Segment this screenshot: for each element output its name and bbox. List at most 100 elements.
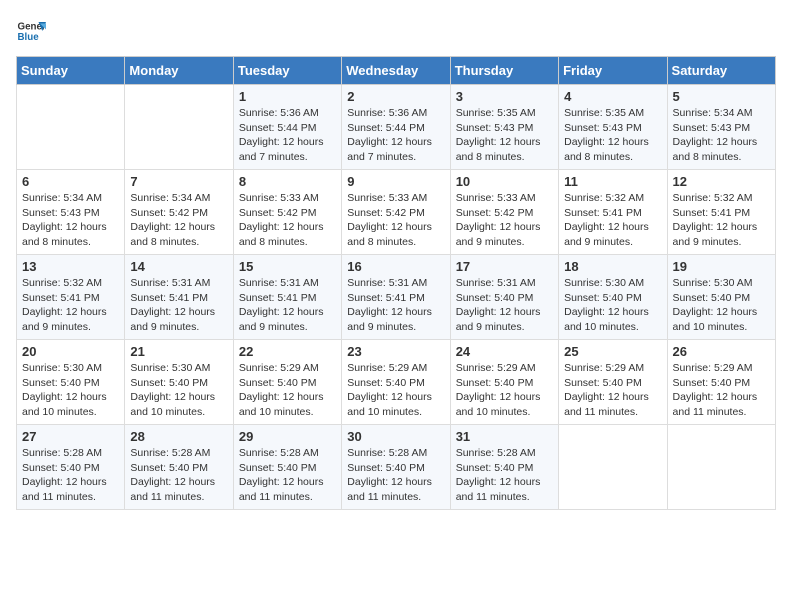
day-info: Sunrise: 5:28 AM Sunset: 5:40 PM Dayligh… [130, 446, 227, 505]
day-info: Sunrise: 5:30 AM Sunset: 5:40 PM Dayligh… [130, 361, 227, 420]
calendar-cell: 23 Sunrise: 5:29 AM Sunset: 5:40 PM Dayli… [342, 340, 450, 425]
calendar-cell: 13Sunrise: 5:32 AM Sunset: 5:41 PM Dayli… [17, 255, 125, 340]
calendar-cell: 9 Sunrise: 5:33 AM Sunset: 5:42 PM Daylig… [342, 170, 450, 255]
day-number: 25 [564, 344, 661, 359]
calendar-cell [667, 425, 775, 510]
header-row: SundayMondayTuesdayWednesdayThursdayFrid… [17, 57, 776, 85]
calendar-cell: 14Sunrise: 5:31 AM Sunset: 5:41 PM Dayli… [125, 255, 233, 340]
calendar-cell: 4Sunrise: 5:35 AM Sunset: 5:43 PM Daylig… [559, 85, 667, 170]
day-info: Sunrise: 5:29 AM Sunset: 5:40 PM Dayligh… [673, 361, 770, 420]
week-row-4: 20 Sunrise: 5:30 AM Sunset: 5:40 PM Dayli… [17, 340, 776, 425]
day-header-sunday: Sunday [17, 57, 125, 85]
calendar-cell: 5Sunrise: 5:34 AM Sunset: 5:43 PM Daylig… [667, 85, 775, 170]
day-info: Sunrise: 5:33 AM Sunset: 5:42 PM Dayligh… [347, 191, 444, 250]
day-number: 14 [130, 259, 227, 274]
day-info: Sunrise: 5:36 AM Sunset: 5:44 PM Dayligh… [239, 106, 336, 165]
calendar-cell: 1 Sunrise: 5:36 AM Sunset: 5:44 PM Daylig… [233, 85, 341, 170]
day-number: 29 [239, 429, 336, 444]
day-number: 27 [22, 429, 119, 444]
calendar-cell: 24 Sunrise: 5:29 AM Sunset: 5:40 PM Dayli… [450, 340, 558, 425]
calendar-cell: 21 Sunrise: 5:30 AM Sunset: 5:40 PM Dayli… [125, 340, 233, 425]
day-info: Sunrise: 5:30 AM Sunset: 5:40 PM Dayligh… [673, 276, 770, 335]
day-number: 6 [22, 174, 119, 189]
day-header-saturday: Saturday [667, 57, 775, 85]
calendar-cell: 19 Sunrise: 5:30 AM Sunset: 5:40 PM Dayli… [667, 255, 775, 340]
day-header-friday: Friday [559, 57, 667, 85]
day-info: Sunrise: 5:28 AM Sunset: 5:40 PM Dayligh… [456, 446, 553, 505]
calendar-cell: 12Sunrise: 5:32 AM Sunset: 5:41 PM Dayli… [667, 170, 775, 255]
calendar-cell: 11Sunrise: 5:32 AM Sunset: 5:41 PM Dayli… [559, 170, 667, 255]
day-header-tuesday: Tuesday [233, 57, 341, 85]
week-row-3: 13Sunrise: 5:32 AM Sunset: 5:41 PM Dayli… [17, 255, 776, 340]
day-info: Sunrise: 5:29 AM Sunset: 5:40 PM Dayligh… [564, 361, 661, 420]
day-number: 23 [347, 344, 444, 359]
calendar-cell: 31 Sunrise: 5:28 AM Sunset: 5:40 PM Dayli… [450, 425, 558, 510]
day-number: 9 [347, 174, 444, 189]
calendar-table: SundayMondayTuesdayWednesdayThursdayFrid… [16, 56, 776, 510]
day-number: 15 [239, 259, 336, 274]
calendar-cell: 25 Sunrise: 5:29 AM Sunset: 5:40 PM Dayli… [559, 340, 667, 425]
calendar-cell: 16Sunrise: 5:31 AM Sunset: 5:41 PM Dayli… [342, 255, 450, 340]
calendar-cell: 20 Sunrise: 5:30 AM Sunset: 5:40 PM Dayli… [17, 340, 125, 425]
day-info: Sunrise: 5:30 AM Sunset: 5:40 PM Dayligh… [564, 276, 661, 335]
day-info: Sunrise: 5:31 AM Sunset: 5:40 PM Dayligh… [456, 276, 553, 335]
day-info: Sunrise: 5:34 AM Sunset: 5:42 PM Dayligh… [130, 191, 227, 250]
day-info: Sunrise: 5:34 AM Sunset: 5:43 PM Dayligh… [22, 191, 119, 250]
calendar-cell: 30 Sunrise: 5:28 AM Sunset: 5:40 PM Dayli… [342, 425, 450, 510]
day-number: 19 [673, 259, 770, 274]
day-number: 8 [239, 174, 336, 189]
day-info: Sunrise: 5:28 AM Sunset: 5:40 PM Dayligh… [239, 446, 336, 505]
calendar-cell: 7 Sunrise: 5:34 AM Sunset: 5:42 PM Daylig… [125, 170, 233, 255]
calendar-cell: 18 Sunrise: 5:30 AM Sunset: 5:40 PM Dayli… [559, 255, 667, 340]
day-info: Sunrise: 5:32 AM Sunset: 5:41 PM Dayligh… [22, 276, 119, 335]
day-number: 21 [130, 344, 227, 359]
day-number: 30 [347, 429, 444, 444]
day-number: 17 [456, 259, 553, 274]
day-info: Sunrise: 5:31 AM Sunset: 5:41 PM Dayligh… [239, 276, 336, 335]
calendar-cell: 29 Sunrise: 5:28 AM Sunset: 5:40 PM Dayli… [233, 425, 341, 510]
calendar-cell: 10Sunrise: 5:33 AM Sunset: 5:42 PM Dayli… [450, 170, 558, 255]
day-number: 20 [22, 344, 119, 359]
day-info: Sunrise: 5:35 AM Sunset: 5:43 PM Dayligh… [564, 106, 661, 165]
day-header-wednesday: Wednesday [342, 57, 450, 85]
day-number: 18 [564, 259, 661, 274]
calendar-cell [17, 85, 125, 170]
logo: General Blue [16, 16, 46, 46]
calendar-cell [125, 85, 233, 170]
day-info: Sunrise: 5:28 AM Sunset: 5:40 PM Dayligh… [22, 446, 119, 505]
day-number: 28 [130, 429, 227, 444]
day-info: Sunrise: 5:29 AM Sunset: 5:40 PM Dayligh… [456, 361, 553, 420]
week-row-1: 1 Sunrise: 5:36 AM Sunset: 5:44 PM Daylig… [17, 85, 776, 170]
day-number: 12 [673, 174, 770, 189]
day-header-thursday: Thursday [450, 57, 558, 85]
day-number: 3 [456, 89, 553, 104]
week-row-5: 27 Sunrise: 5:28 AM Sunset: 5:40 PM Dayli… [17, 425, 776, 510]
day-number: 5 [673, 89, 770, 104]
day-info: Sunrise: 5:28 AM Sunset: 5:40 PM Dayligh… [347, 446, 444, 505]
day-info: Sunrise: 5:32 AM Sunset: 5:41 PM Dayligh… [564, 191, 661, 250]
day-info: Sunrise: 5:35 AM Sunset: 5:43 PM Dayligh… [456, 106, 553, 165]
calendar-cell: 6 Sunrise: 5:34 AM Sunset: 5:43 PM Daylig… [17, 170, 125, 255]
calendar-cell: 27 Sunrise: 5:28 AM Sunset: 5:40 PM Dayli… [17, 425, 125, 510]
day-number: 22 [239, 344, 336, 359]
day-info: Sunrise: 5:36 AM Sunset: 5:44 PM Dayligh… [347, 106, 444, 165]
calendar-cell: 17 Sunrise: 5:31 AM Sunset: 5:40 PM Dayli… [450, 255, 558, 340]
day-number: 10 [456, 174, 553, 189]
calendar-cell: 3 Sunrise: 5:35 AM Sunset: 5:43 PM Daylig… [450, 85, 558, 170]
logo-icon: General Blue [16, 16, 46, 46]
calendar-cell [559, 425, 667, 510]
page-header: General Blue [16, 16, 776, 46]
day-info: Sunrise: 5:29 AM Sunset: 5:40 PM Dayligh… [347, 361, 444, 420]
day-number: 1 [239, 89, 336, 104]
day-number: 7 [130, 174, 227, 189]
day-info: Sunrise: 5:30 AM Sunset: 5:40 PM Dayligh… [22, 361, 119, 420]
week-row-2: 6 Sunrise: 5:34 AM Sunset: 5:43 PM Daylig… [17, 170, 776, 255]
calendar-cell: 15 Sunrise: 5:31 AM Sunset: 5:41 PM Dayli… [233, 255, 341, 340]
day-info: Sunrise: 5:29 AM Sunset: 5:40 PM Dayligh… [239, 361, 336, 420]
day-number: 24 [456, 344, 553, 359]
day-number: 26 [673, 344, 770, 359]
day-info: Sunrise: 5:31 AM Sunset: 5:41 PM Dayligh… [347, 276, 444, 335]
calendar-cell: 26 Sunrise: 5:29 AM Sunset: 5:40 PM Dayli… [667, 340, 775, 425]
day-number: 31 [456, 429, 553, 444]
day-number: 2 [347, 89, 444, 104]
